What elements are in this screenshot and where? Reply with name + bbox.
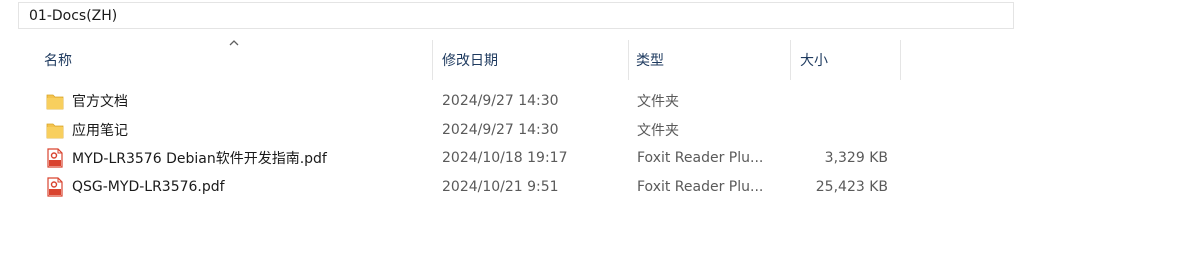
file-name-cell: 应用笔记 <box>46 116 432 145</box>
column-header-size[interactable]: 大小 <box>790 40 900 80</box>
folder-icon <box>46 123 64 139</box>
column-header-date-label: 修改日期 <box>442 53 498 69</box>
column-header-type-label: 类型 <box>636 53 664 69</box>
file-type: Foxit Reader Plu... <box>637 178 764 195</box>
file-size <box>790 87 888 116</box>
address-bar[interactable]: 01-Docs(ZH) <box>18 2 1014 29</box>
file-date: 2024/10/21 9:51 <box>442 178 559 195</box>
file-row[interactable]: 官方文档 2024/9/27 14:30 文件夹 <box>0 87 1193 116</box>
file-date: 2024/9/27 14:30 <box>442 93 559 110</box>
current-folder-path: 01-Docs(ZH) <box>29 7 118 24</box>
column-header-name-label: 名称 <box>44 53 72 69</box>
column-header-size-label: 大小 <box>800 53 828 69</box>
column-header-date[interactable]: 修改日期 <box>432 40 628 80</box>
file-name-cell: 官方文档 <box>46 87 432 116</box>
file-row[interactable]: 应用笔记 2024/9/27 14:30 文件夹 <box>0 116 1193 145</box>
file-row[interactable]: QSG-MYD-LR3576.pdf 2024/10/21 9:51 Foxit… <box>0 173 1193 202</box>
pdf-icon <box>47 177 63 197</box>
folder-icon <box>46 94 64 110</box>
file-date: 2024/10/18 19:17 <box>442 150 568 167</box>
file-type: 文件夹 <box>637 122 679 139</box>
file-type: Foxit Reader Plu... <box>637 150 764 167</box>
file-name: MYD-LR3576 Debian软件开发指南.pdf <box>72 151 327 168</box>
column-header-name[interactable]: 名称 <box>34 40 432 80</box>
file-name: QSG-MYD-LR3576.pdf <box>72 178 225 195</box>
column-divider[interactable] <box>900 40 901 80</box>
file-name: 官方文档 <box>72 94 128 111</box>
pdf-icon <box>47 148 63 168</box>
file-type: 文件夹 <box>637 94 679 111</box>
file-date: 2024/9/27 14:30 <box>442 121 559 138</box>
file-list: 官方文档 2024/9/27 14:30 文件夹 应用笔记 2024/9/27 … <box>0 87 1193 201</box>
file-size: 3,329 KB <box>824 150 888 167</box>
column-header-row: 名称 修改日期 类型 大小 <box>0 40 1193 80</box>
file-row[interactable]: MYD-LR3576 Debian软件开发指南.pdf 2024/10/18 1… <box>0 144 1193 173</box>
file-name: 应用笔记 <box>72 122 128 139</box>
file-size: 25,423 KB <box>815 178 888 195</box>
column-header-type[interactable]: 类型 <box>628 40 790 80</box>
file-name-cell: MYD-LR3576 Debian软件开发指南.pdf <box>46 144 432 173</box>
file-size <box>790 116 888 145</box>
file-name-cell: QSG-MYD-LR3576.pdf <box>46 173 432 202</box>
